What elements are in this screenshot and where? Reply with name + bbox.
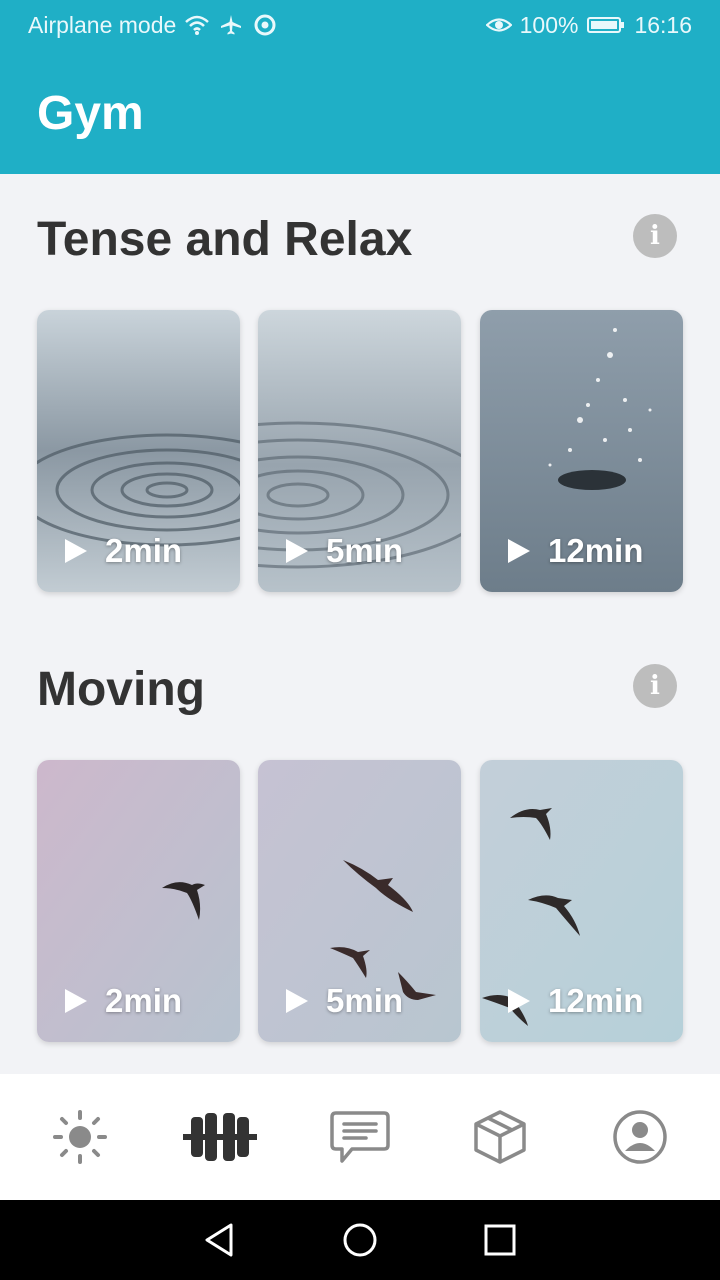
wifi-icon xyxy=(184,12,210,38)
play-icon xyxy=(508,539,530,563)
home-icon[interactable] xyxy=(330,1210,390,1270)
session-card[interactable]: 12min xyxy=(480,310,683,592)
session-card[interactable]: 5min xyxy=(258,310,461,592)
card-label: 12min xyxy=(508,982,643,1020)
eye-icon xyxy=(485,12,512,38)
airplane-icon xyxy=(218,12,244,38)
play-icon xyxy=(65,989,87,1013)
clock: 16:16 xyxy=(634,11,692,38)
info-icon[interactable]: i xyxy=(633,664,677,708)
back-icon[interactable] xyxy=(190,1210,250,1270)
play-icon xyxy=(286,989,308,1013)
content-scroll[interactable]: Tense and Relax i 2min 5min 12min Moving… xyxy=(0,174,720,1074)
play-icon xyxy=(508,989,530,1013)
page-title: Gym xyxy=(37,87,144,140)
card-label: 5min xyxy=(286,532,403,570)
battery-icon xyxy=(586,12,626,38)
card-label: 2min xyxy=(65,532,182,570)
chrome-icon xyxy=(252,12,278,38)
status-bar: Airplane mode 100% 16:16 xyxy=(0,0,720,50)
section-moving: Moving i 2min 5min 12min xyxy=(0,624,720,1064)
dumbbell-icon xyxy=(183,1113,257,1161)
session-card[interactable]: 2min xyxy=(37,760,240,1042)
airplane-mode-text: Airplane mode xyxy=(28,11,177,38)
info-icon[interactable]: i xyxy=(633,214,677,258)
battery-percent: 100% xyxy=(519,11,579,38)
session-card[interactable]: 2min xyxy=(37,310,240,592)
chat-icon xyxy=(330,1111,390,1163)
play-icon xyxy=(65,539,87,563)
section-title: Moving xyxy=(37,663,205,716)
nav-chat-icon[interactable] xyxy=(310,1097,410,1177)
recents-icon[interactable] xyxy=(470,1210,530,1270)
card-label: 12min xyxy=(508,532,643,570)
card-label: 2min xyxy=(65,982,182,1020)
section-title: Tense and Relax xyxy=(37,213,413,266)
section-tense-and-relax: Tense and Relax i 2min 5min 12min xyxy=(0,174,720,614)
sun-icon xyxy=(53,1110,107,1164)
app-bar: Airplane mode 100% 16:16 Gym xyxy=(0,0,720,174)
nav-sun-icon[interactable] xyxy=(30,1097,130,1177)
session-card[interactable]: 5min xyxy=(258,760,461,1042)
nav-box-icon[interactable] xyxy=(450,1097,550,1177)
nav-profile-icon[interactable] xyxy=(590,1097,690,1177)
profile-icon xyxy=(613,1110,667,1164)
nav-dumbbell-icon[interactable] xyxy=(170,1097,270,1177)
card-label: 5min xyxy=(286,982,403,1020)
play-icon xyxy=(286,539,308,563)
system-nav-bar xyxy=(0,1200,720,1280)
session-card[interactable]: 12min xyxy=(480,760,683,1042)
box-icon xyxy=(474,1110,526,1164)
bottom-nav xyxy=(0,1074,720,1200)
